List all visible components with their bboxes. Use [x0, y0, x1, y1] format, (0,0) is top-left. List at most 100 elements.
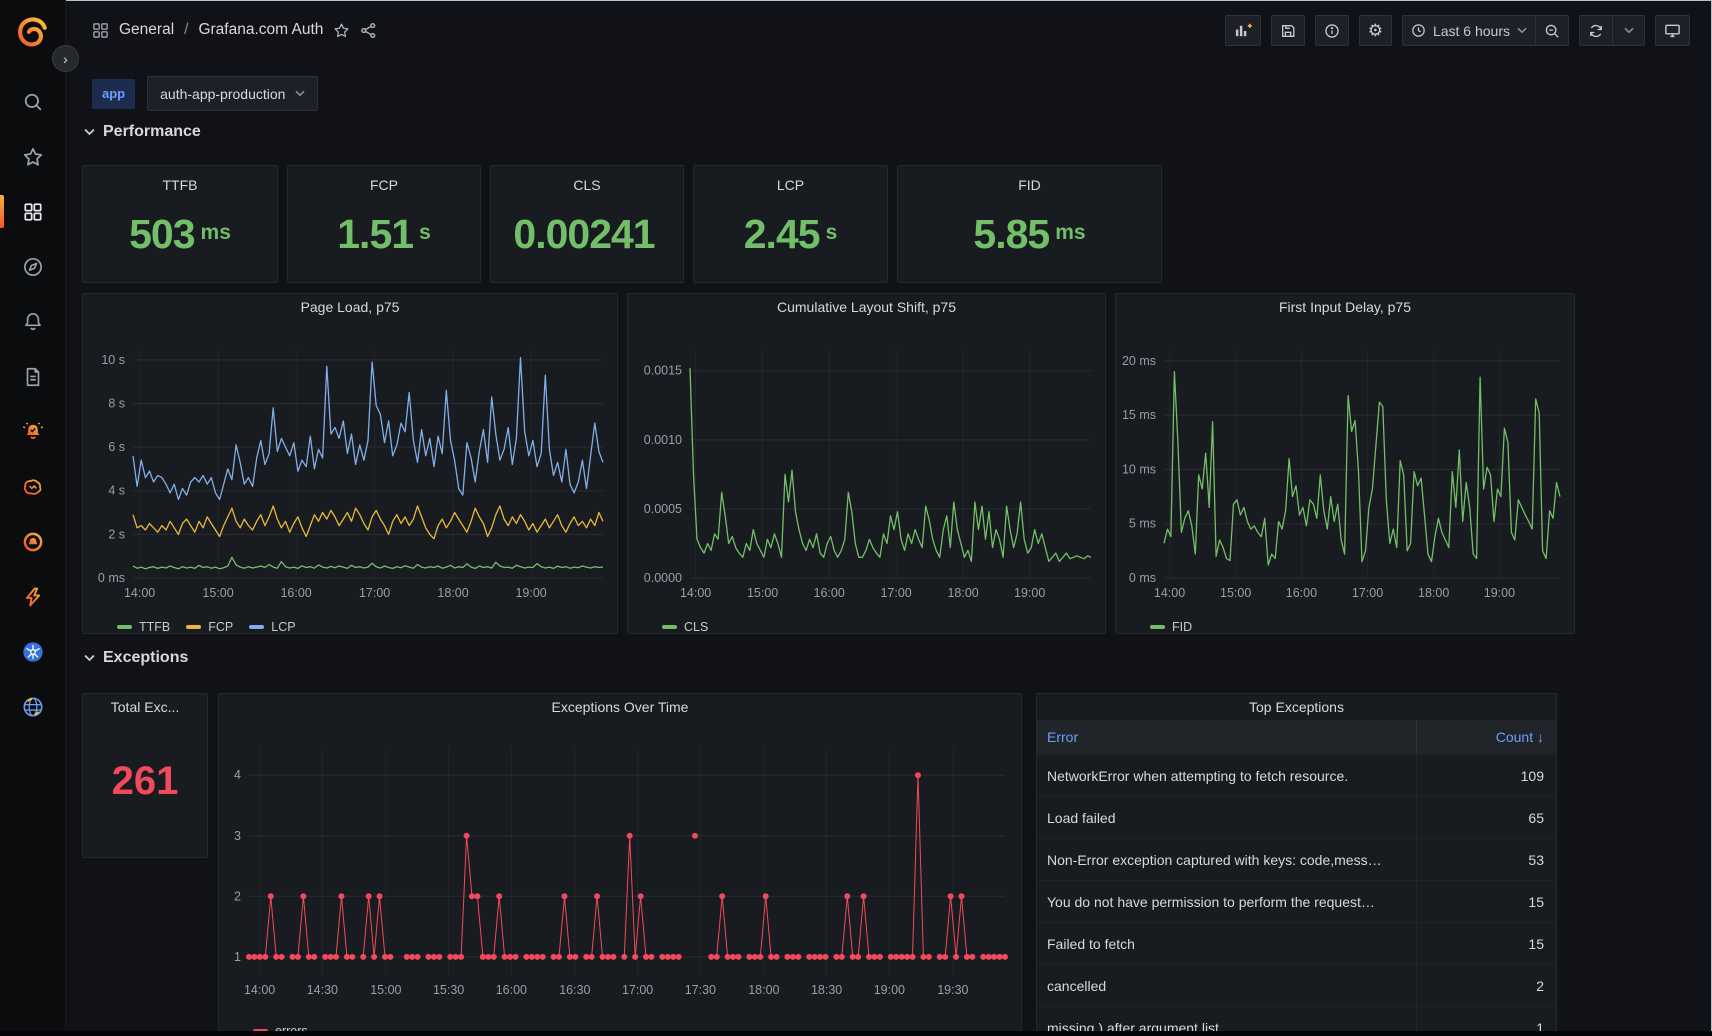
panel-title[interactable]: Total Exc... — [83, 694, 207, 720]
compass-icon — [22, 256, 44, 278]
oncall-icon — [22, 421, 44, 443]
dashboard-insights-button[interactable] — [1315, 15, 1349, 46]
sidebar-item-alerting[interactable] — [0, 294, 65, 349]
expand-sidebar-button[interactable]: › — [52, 45, 79, 72]
svg-text:2 s: 2 s — [108, 527, 125, 541]
add-panel-button[interactable] — [1225, 15, 1261, 46]
breadcrumb-separator: / — [184, 21, 188, 39]
page-load-chart[interactable]: 0 ms2 s4 s6 s8 s10 s14:0015:0016:0017:00… — [83, 320, 617, 611]
sidebar-item-starred[interactable] — [0, 129, 65, 184]
sidebar-item-machine-learning[interactable] — [0, 459, 65, 514]
svg-text:19:00: 19:00 — [1484, 586, 1515, 600]
legend-swatch — [249, 625, 264, 629]
legend-item-lcp[interactable]: LCP — [249, 620, 295, 634]
grafana-logo-icon[interactable] — [15, 16, 51, 52]
sidebar-item-snapshots[interactable] — [0, 349, 65, 404]
panel-cls: Cumulative Layout Shift, p75 0.00000.000… — [627, 293, 1106, 634]
legend-swatch — [117, 625, 132, 629]
sidebar-item-synthetic-monitoring[interactable] — [0, 679, 65, 734]
section-exceptions[interactable]: Exceptions — [84, 649, 188, 667]
star-dashboard-icon[interactable] — [333, 22, 350, 39]
svg-text:14:00: 14:00 — [244, 983, 275, 997]
sidebar-item-search[interactable] — [0, 74, 65, 129]
incident-icon — [22, 531, 44, 553]
refresh-interval-dropdown[interactable] — [1612, 15, 1645, 46]
svg-text:16:00: 16:00 — [1286, 586, 1317, 600]
svg-text:16:00: 16:00 — [814, 586, 845, 600]
save-dashboard-button[interactable] — [1271, 15, 1305, 46]
svg-text:0 ms: 0 ms — [1129, 571, 1156, 585]
panel-title[interactable]: FID — [898, 172, 1161, 198]
chevron-down-icon — [1624, 27, 1634, 34]
panel-title[interactable]: Top Exceptions — [1037, 694, 1556, 720]
refresh-button[interactable] — [1579, 15, 1613, 46]
sidebar-item-incident[interactable] — [0, 514, 65, 569]
time-controls: Last 6 hours — [1402, 15, 1569, 46]
sidebar-item-explore[interactable] — [0, 239, 65, 294]
svg-text:15:30: 15:30 — [433, 983, 464, 997]
svg-text:3: 3 — [234, 829, 241, 843]
total-exceptions-value: 261 — [83, 720, 207, 857]
panel-top-exceptions: Top Exceptions Error Count ↓ NetworkErro… — [1036, 693, 1557, 1036]
legend-label: FCP — [208, 620, 233, 634]
column-header-count[interactable]: Count ↓ — [1416, 720, 1556, 754]
legend-swatch — [662, 625, 677, 629]
legend-item-fcp[interactable]: FCP — [186, 620, 233, 634]
legend-item-cls[interactable]: CLS — [662, 620, 708, 634]
panel-title[interactable]: Page Load, p75 — [83, 294, 617, 320]
sidebar-item-dashboards[interactable] — [0, 184, 65, 239]
exceptions-chart[interactable]: 123414:0014:3015:0015:3016:0016:3017:001… — [219, 720, 1021, 1015]
legend-label: CLS — [684, 620, 708, 634]
table-row: NetworkError when attempting to fetch re… — [1037, 754, 1556, 796]
section-performance[interactable]: Performance — [84, 123, 201, 141]
charts-row: Page Load, p75 0 ms2 s4 s6 s8 s10 s14:00… — [82, 293, 1575, 634]
panel-title[interactable]: Exceptions Over Time — [219, 694, 1021, 720]
legend-item-fid[interactable]: FID — [1150, 620, 1192, 634]
panel-title[interactable]: FCP — [288, 172, 480, 198]
svg-text:17:00: 17:00 — [622, 983, 653, 997]
svg-text:15:00: 15:00 — [747, 586, 778, 600]
panel-page-load: Page Load, p75 0 ms2 s4 s6 s8 s10 s14:00… — [82, 293, 618, 634]
sidebar — [0, 0, 66, 1036]
grid-icon — [22, 201, 44, 223]
legend-label: FID — [1172, 620, 1192, 634]
breadcrumb-title[interactable]: Grafana.com Auth — [198, 21, 323, 39]
time-range-picker[interactable]: Last 6 hours — [1402, 15, 1536, 46]
column-header-error[interactable]: Error — [1037, 720, 1416, 754]
svg-text:17:00: 17:00 — [359, 586, 390, 600]
fid-chart[interactable]: 0 ms5 ms10 ms15 ms20 ms14:0015:0016:0017… — [1116, 320, 1574, 611]
share-dashboard-icon[interactable] — [360, 22, 377, 39]
panel-title[interactable]: First Input Delay, p75 — [1116, 294, 1574, 320]
panel-title[interactable]: LCP — [694, 172, 887, 198]
legend-item-ttfb[interactable]: TTFB — [117, 620, 170, 634]
ml-icon — [22, 476, 44, 498]
svg-text:4 s: 4 s — [108, 484, 125, 498]
exceptions-row: Total Exc... 261 Exceptions Over Time 12… — [82, 693, 1582, 1036]
svg-text:15 ms: 15 ms — [1122, 408, 1156, 422]
zoom-out-time-button[interactable] — [1535, 15, 1569, 46]
tag-chip-app[interactable]: app — [92, 79, 135, 109]
count-cell: 53 — [1416, 839, 1556, 880]
kiosk-mode-button[interactable] — [1655, 15, 1690, 46]
sidebar-item-kubernetes-monitoring[interactable] — [0, 624, 65, 679]
cls-chart[interactable]: 0.00000.00050.00100.001514:0015:0016:001… — [628, 320, 1105, 611]
svg-text:5 ms: 5 ms — [1129, 517, 1156, 531]
app-variable-dropdown[interactable]: auth-app-production — [147, 76, 318, 111]
sidebar-item-oncall[interactable] — [0, 404, 65, 459]
panel-title[interactable]: Cumulative Layout Shift, p75 — [628, 294, 1105, 320]
sidebar-item-k6-performance[interactable] — [0, 569, 65, 624]
svg-text:10 s: 10 s — [101, 353, 125, 367]
dashboard-settings-button[interactable]: ⚙ — [1359, 15, 1392, 46]
dashboard-toolbar: ⚙ Last 6 hours — [1225, 15, 1690, 46]
svg-text:0.0000: 0.0000 — [644, 571, 682, 585]
panel-title[interactable]: TTFB — [83, 172, 277, 198]
star-icon — [22, 146, 44, 168]
chart-legend: TTFB FCP LCP — [83, 616, 617, 638]
panel-fid: First Input Delay, p75 0 ms5 ms10 ms15 m… — [1115, 293, 1575, 634]
table-row: Failed to fetch15 — [1037, 922, 1556, 964]
breadcrumb-section[interactable]: General — [119, 21, 174, 39]
error-cell: cancelled — [1037, 965, 1416, 1006]
svg-text:15:00: 15:00 — [370, 983, 401, 997]
panel-title[interactable]: CLS — [491, 172, 683, 198]
clock-icon — [1411, 23, 1426, 38]
